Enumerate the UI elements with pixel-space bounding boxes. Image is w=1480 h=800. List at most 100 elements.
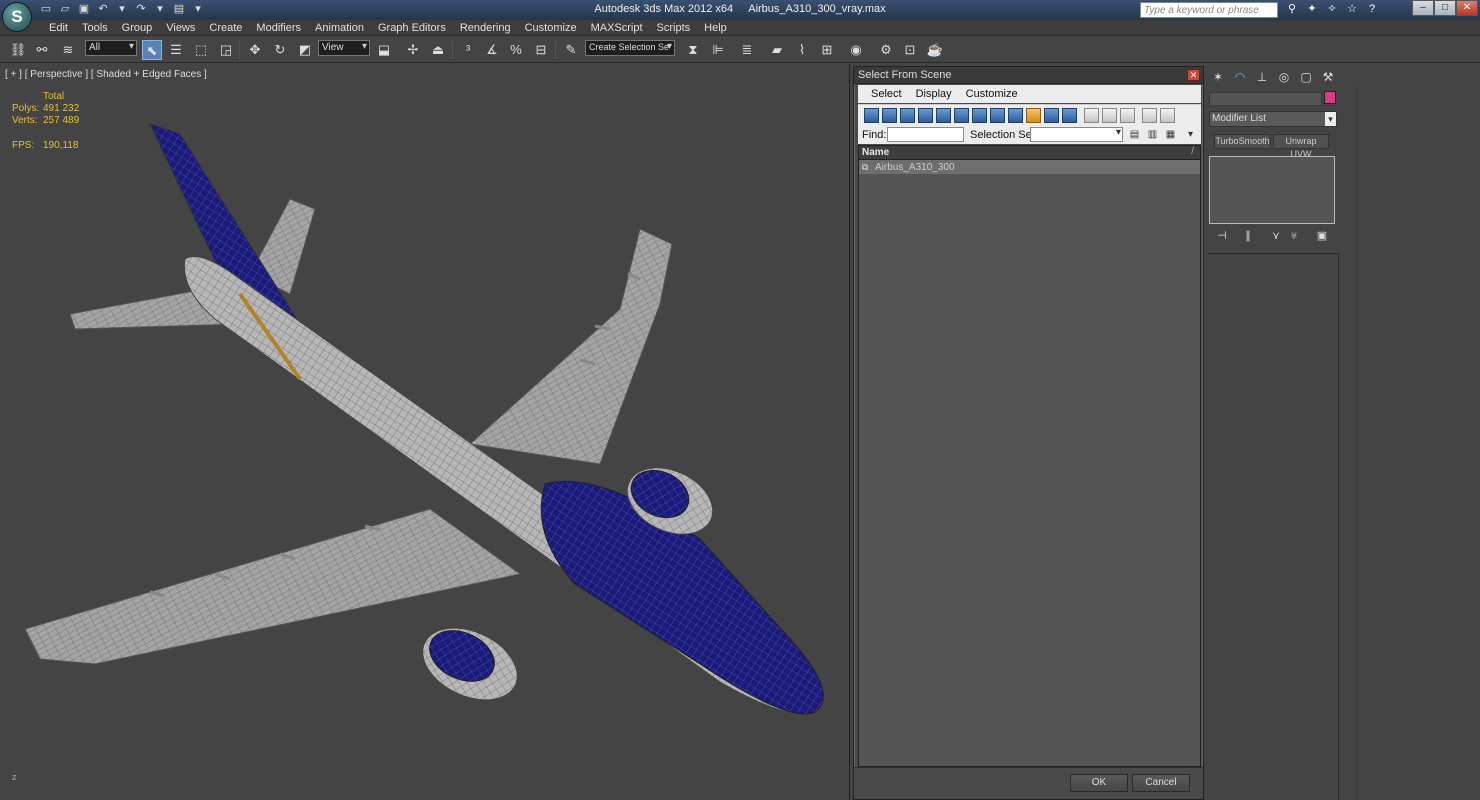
create-tab-icon[interactable]: ✶ [1209, 68, 1227, 86]
display-spacewarps-icon[interactable] [954, 108, 969, 123]
sync-selection-icon[interactable] [1142, 108, 1157, 123]
menu-maxscript[interactable]: MAXScript [584, 21, 650, 35]
cancel-button[interactable]: Cancel [1132, 774, 1190, 792]
perspective-viewport[interactable]: [ + ] [ Perspective ] [ Shaded + Edged F… [0, 64, 850, 800]
subscription-icon[interactable]: ✦ [1304, 1, 1320, 17]
motion-tab-icon[interactable]: ◎ [1275, 68, 1293, 86]
minimize-icon[interactable]: – [1412, 0, 1434, 16]
display-shapes-icon[interactable] [882, 108, 897, 123]
align-icon[interactable]: ⊫ [708, 40, 728, 60]
menu-views[interactable]: Views [159, 21, 202, 35]
airplane-model[interactable] [0, 64, 850, 800]
turbosmooth-button[interactable]: TurboSmooth [1214, 134, 1271, 149]
select-all-icon[interactable]: ▤ [1128, 128, 1141, 141]
menu-create[interactable]: Create [202, 21, 249, 35]
communication-icon[interactable]: ✧ [1324, 1, 1340, 17]
dialog-menu-customize[interactable]: Customize [959, 85, 1025, 103]
menu-scripts[interactable]: Scripts [650, 21, 698, 35]
select-none-icon[interactable]: ▥ [1146, 128, 1159, 141]
menu-tools[interactable]: Tools [75, 21, 115, 35]
layer-manager-icon[interactable]: ≣ [737, 40, 757, 60]
favorites-icon[interactable]: ☆ [1344, 1, 1360, 17]
rotate-icon[interactable]: ↻ [270, 40, 290, 60]
binoculars-icon[interactable]: ⚲ [1284, 1, 1300, 17]
select-object-icon[interactable]: ⬉ [142, 40, 162, 60]
search-input[interactable]: Type a keyword or phrase [1140, 2, 1278, 18]
menu-edit[interactable]: Edit [42, 21, 75, 35]
remove-modifier-icon[interactable]: ♅ [1287, 229, 1301, 243]
pin-stack-icon[interactable]: ⊣ [1215, 229, 1229, 243]
display-hidden-icon[interactable] [1062, 108, 1077, 123]
move-icon[interactable]: ✥ [245, 40, 265, 60]
configure-sets-icon[interactable]: ▣ [1315, 229, 1329, 243]
display-geometry-icon[interactable] [864, 108, 879, 123]
dialog-menu-select[interactable]: Select [864, 85, 909, 103]
reference-coord-dropdown[interactable]: View [318, 40, 370, 56]
angle-snap-icon[interactable]: ∡ [482, 40, 502, 60]
app-logo-icon[interactable]: S [2, 2, 32, 32]
material-editor-icon[interactable]: ◉ [846, 40, 866, 60]
object-color-swatch[interactable] [1324, 91, 1336, 104]
display-bones-icon[interactable] [1008, 108, 1023, 123]
show-end-result-icon[interactable]: ∥ [1241, 229, 1255, 243]
pivot-center-icon[interactable]: ⬓ [374, 40, 394, 60]
list-item[interactable]: ⧉ Airbus_A310_300 [859, 160, 1200, 174]
mirror-icon[interactable]: ⧗ [683, 40, 703, 60]
modifier-stack[interactable] [1209, 156, 1335, 224]
menu-graph-editors[interactable]: Graph Editors [371, 21, 453, 35]
named-selection-dropdown[interactable]: Create Selection Se [585, 40, 675, 56]
utilities-tab-icon[interactable]: ⚒ [1319, 68, 1337, 86]
render-production-icon[interactable]: ☕ [925, 40, 945, 60]
menu-customize[interactable]: Customize [518, 21, 584, 35]
filter-icon[interactable] [1160, 108, 1175, 123]
name-column-header[interactable]: Name / [859, 146, 1200, 160]
rectangular-selection-icon[interactable]: ⬚ [191, 40, 211, 60]
unwrap-uvw-button[interactable]: Unwrap UVW [1273, 134, 1329, 159]
object-name-field[interactable] [1209, 92, 1322, 106]
display-lights-icon[interactable] [900, 108, 915, 123]
dialog-close-icon[interactable]: ✕ [1187, 69, 1200, 81]
close-icon[interactable]: ✕ [1456, 0, 1478, 16]
find-input[interactable] [887, 127, 964, 142]
menu-modifiers[interactable]: Modifiers [249, 21, 308, 35]
options-dropdown-icon[interactable]: ▾ [1184, 128, 1197, 141]
unlink-icon[interactable]: ⚯ [32, 40, 52, 60]
make-unique-icon[interactable]: ⋎ [1269, 229, 1283, 243]
keyboard-shortcut-icon[interactable]: ⏏ [428, 40, 448, 60]
rendered-frame-icon[interactable]: ⊡ [900, 40, 920, 60]
selection-set-dropdown[interactable] [1030, 127, 1123, 142]
menu-animation[interactable]: Animation [308, 21, 371, 35]
help-icon[interactable]: ? [1364, 1, 1380, 17]
menu-group[interactable]: Group [115, 21, 160, 35]
curve-editor-icon[interactable]: ⌇ [792, 40, 812, 60]
hierarchy-tab-icon[interactable]: ⊥ [1253, 68, 1271, 86]
maximize-icon[interactable]: □ [1434, 0, 1456, 16]
window-crossing-icon[interactable]: ◲ [216, 40, 236, 60]
viewport-label[interactable]: [ + ] [ Perspective ] [ Shaded + Edged F… [5, 69, 207, 80]
display-helpers-icon[interactable] [936, 108, 951, 123]
selection-filter-dropdown[interactable]: All [85, 40, 137, 56]
display-all-icon[interactable] [1084, 108, 1099, 123]
scale-icon[interactable]: ◩ [295, 40, 315, 60]
display-invert-icon[interactable] [1120, 108, 1135, 123]
display-containers-icon[interactable] [1026, 108, 1041, 123]
bind-space-warp-icon[interactable]: ≋ [58, 40, 78, 60]
ok-button[interactable]: OK [1070, 774, 1128, 792]
menu-rendering[interactable]: Rendering [453, 21, 518, 35]
schematic-view-icon[interactable]: ⊞ [817, 40, 837, 60]
percent-snap-icon[interactable]: % [506, 40, 526, 60]
dialog-menu-display[interactable]: Display [909, 85, 959, 103]
render-setup-icon[interactable]: ⚙ [876, 40, 896, 60]
display-none-icon[interactable] [1102, 108, 1117, 123]
dialog-title[interactable]: Select From Scene [854, 67, 1203, 84]
graphite-toggle-icon[interactable]: ▰ [767, 40, 787, 60]
menu-help[interactable]: Help [697, 21, 734, 35]
scene-object-list[interactable]: Name / ⧉ Airbus_A310_300 [858, 145, 1201, 767]
snaps-toggle-icon[interactable]: ³ [458, 40, 478, 60]
edit-named-selection-icon[interactable]: ✎ [561, 40, 581, 60]
spinner-snap-icon[interactable]: ⊟ [531, 40, 551, 60]
link-icon[interactable]: ⛓ [8, 40, 28, 60]
display-frozen-icon[interactable] [1044, 108, 1059, 123]
modify-tab-icon[interactable]: ◠ [1231, 68, 1249, 86]
display-tab-icon[interactable]: ▢ [1297, 68, 1315, 86]
